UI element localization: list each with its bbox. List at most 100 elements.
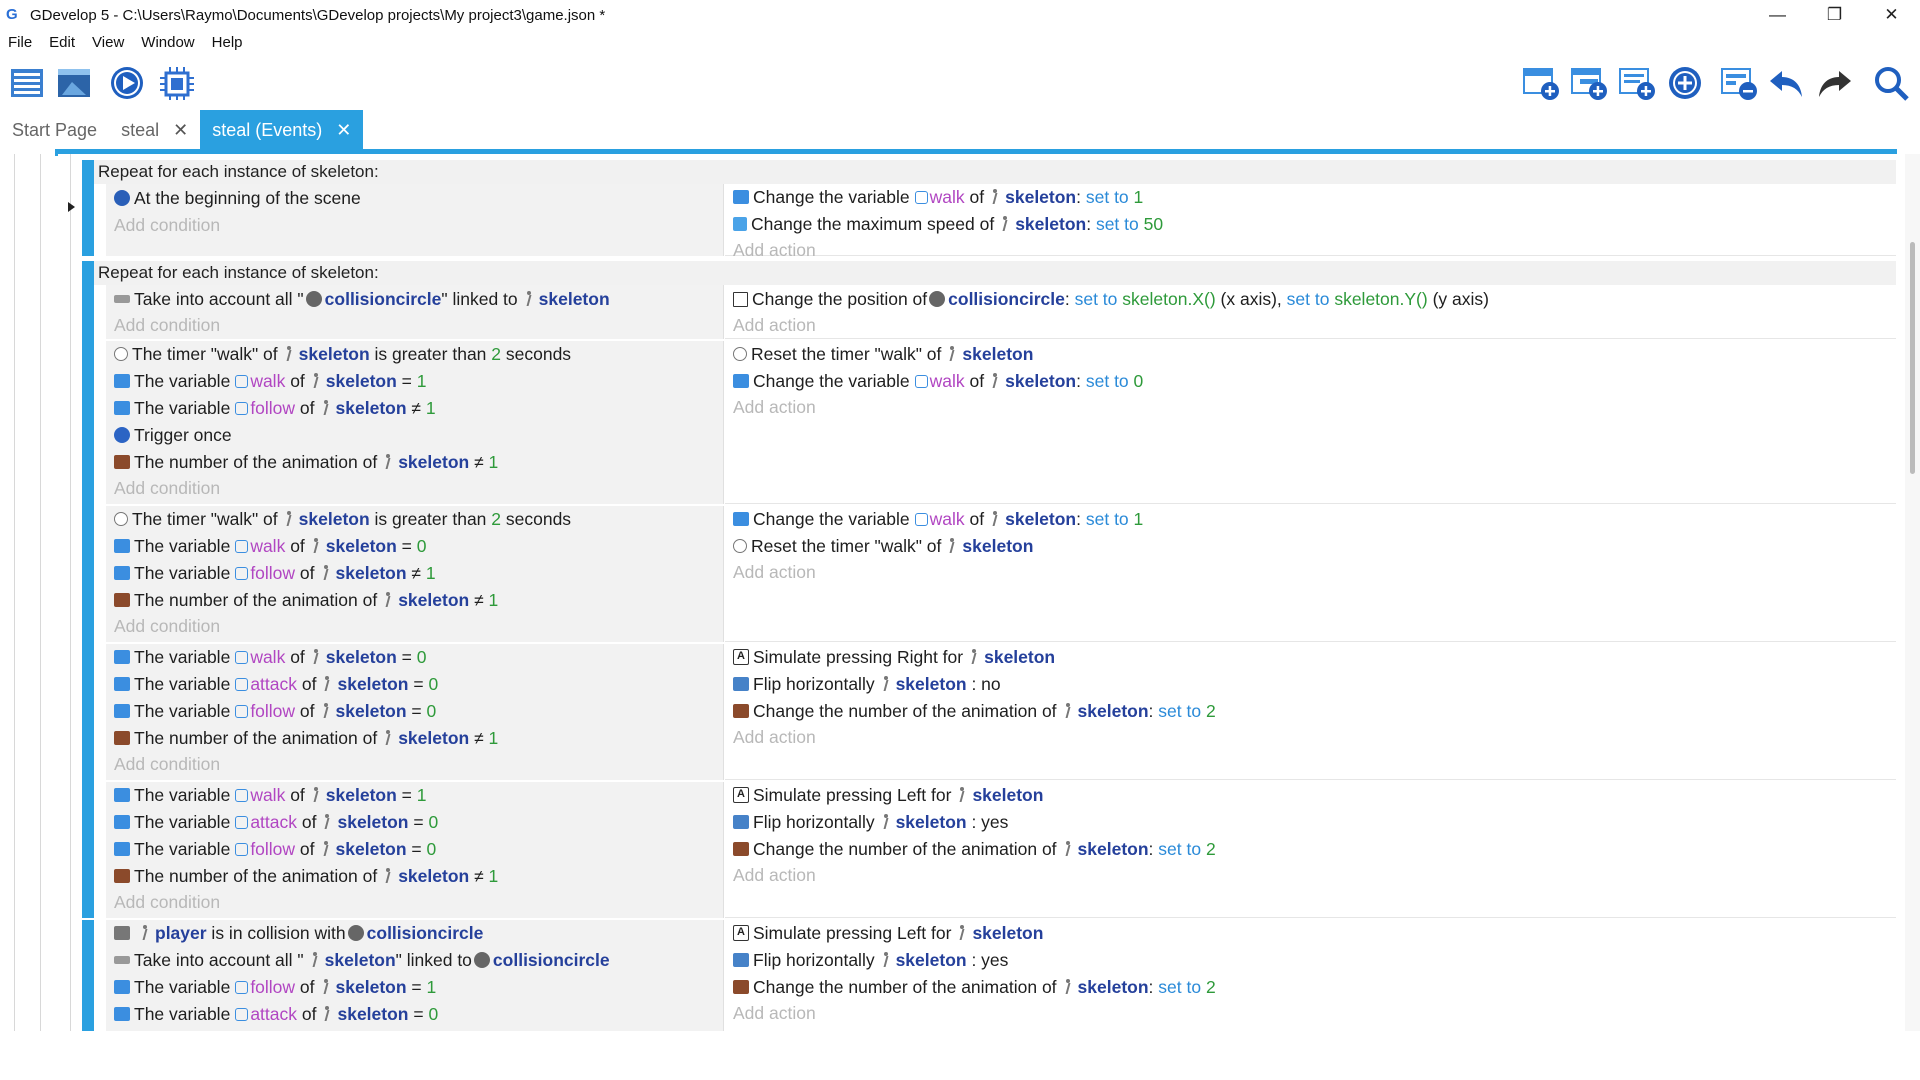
add-action-link[interactable]: Add action [733,394,816,420]
event-row[interactable]: The variable walk of skeleton = 1 The vari… [82,782,1896,918]
action[interactable]: A Simulate pressing Left for skeleton [733,782,1043,808]
conditions-column[interactable]: At the beginning of the scene Add condit… [106,184,724,256]
condition[interactable]: The variable follow of skeleton ≠ 1 [114,395,436,421]
condition[interactable]: player is in collision with collisioncirc… [114,920,483,946]
action[interactable]: Change the variable walk of skeleton: set … [733,184,1143,210]
project-manager-icon[interactable] [8,64,46,102]
event-row[interactable]: player is in collision with collisioncirc… [82,920,1896,1031]
conditions-column[interactable]: Take into account all " collisioncircle " … [106,285,724,339]
scene-editor-icon[interactable] [55,64,93,102]
condition[interactable]: The variable attack of skeleton = 0 [114,809,438,835]
conditions-column[interactable]: The timer "walk" of skeleton is greater t… [106,341,724,504]
action[interactable]: Flip horizontally skeleton : no [733,671,1001,697]
action[interactable]: Reset the timer "walk" of skeleton [733,533,1033,559]
add-condition-link[interactable]: Add condition [114,889,220,915]
add-condition-link[interactable]: Add condition [114,613,220,639]
action[interactable]: Change the number of the animation of ske… [733,836,1216,862]
close-icon[interactable]: ✕ [173,120,188,141]
action[interactable]: Change the variable walk of skeleton: set … [733,368,1143,394]
actions-column[interactable]: A Simulate pressing Left for skeleton Flip… [725,782,1896,918]
add-event-icon[interactable] [1522,64,1560,102]
condition[interactable]: The timer "walk" of skeleton is greater t… [114,506,571,532]
action[interactable]: Change the variable walk of skeleton: set … [733,506,1143,532]
menu-view[interactable]: View [92,34,124,51]
condition[interactable]: The variable walk of skeleton = 1 [114,368,426,394]
condition[interactable]: The variable walk of skeleton = 1 [114,782,426,808]
action[interactable]: Change the number of the animation of ske… [733,698,1216,724]
add-action-link[interactable]: Add action [733,724,816,750]
add-condition-link[interactable]: Add condition [114,475,220,501]
redo-icon[interactable] [1815,64,1853,102]
condition[interactable]: The variable attack of skeleton = 0 [114,1001,438,1027]
add-action-link[interactable]: Add action [733,1000,816,1026]
add-action-link[interactable]: Add action [733,559,816,585]
condition[interactable]: At the beginning of the scene [114,185,361,211]
repeat-header[interactable]: Repeat for each instance of skeleton: [82,160,1896,184]
actions-column[interactable]: Change the variable walk of skeleton: set … [725,506,1896,642]
event-row[interactable]: The timer "walk" of skeleton is greater t… [82,506,1896,642]
condition[interactable]: The number of the animation of skeleton ≠… [114,587,498,613]
condition[interactable]: Take into account all " collisioncircle " … [114,286,610,312]
action[interactable]: Flip horizontally skeleton : yes [733,947,1008,973]
events-sheet[interactable]: Repeat for each instance of skeleton: At… [0,154,1920,1031]
tab-steal[interactable]: steal ✕ [109,110,201,150]
add-subevent-icon[interactable] [1570,64,1608,102]
action[interactable]: Change the position of collisioncircle: s… [733,286,1489,312]
condition[interactable]: The variable walk of skeleton = 0 [114,533,426,559]
undo-icon[interactable] [1768,64,1806,102]
search-icon[interactable] [1872,64,1910,102]
event-row[interactable]: At the beginning of the scene Add condit… [82,184,1896,260]
add-other-icon[interactable] [1666,64,1704,102]
actions-column[interactable]: Reset the timer "walk" of skeleton Change… [725,341,1896,504]
repeat-header[interactable]: Repeat for each instance of skeleton: [82,261,1896,285]
add-comment-icon[interactable] [1618,64,1656,102]
conditions-column[interactable]: The timer "walk" of skeleton is greater t… [106,506,724,642]
condition[interactable]: The variable walk of skeleton = 0 [114,644,426,670]
condition[interactable]: Trigger once [114,422,232,448]
conditions-column[interactable]: The variable walk of skeleton = 0 The vari… [106,644,724,780]
vertical-scrollbar[interactable] [1905,154,1920,1031]
action[interactable]: A Simulate pressing Left for skeleton [733,920,1043,946]
add-condition-link[interactable]: Add condition [114,751,220,777]
condition[interactable]: The variable follow of skeleton = 0 [114,698,436,724]
menu-edit[interactable]: Edit [49,34,75,51]
collapse-arrow-icon[interactable] [68,202,75,212]
action[interactable]: Change the number of the animation of ske… [733,974,1216,1000]
minimize-button[interactable]: — [1749,0,1806,30]
menu-window[interactable]: Window [141,34,194,51]
condition[interactable]: The variable follow of skeleton = 0 [114,836,436,862]
action[interactable]: Flip horizontally skeleton : yes [733,809,1008,835]
condition[interactable]: The timer "walk" of skeleton is greater t… [114,341,571,367]
condition[interactable]: The number of the animation of skeleton ≠… [114,725,498,751]
restore-button[interactable]: ❐ [1806,0,1863,30]
event-row[interactable]: Take into account all " collisioncircle " … [82,285,1896,339]
condition[interactable]: The variable follow of skeleton = 1 [114,974,436,1000]
action[interactable]: Change the maximum speed of skeleton: set… [733,211,1163,237]
condition[interactable]: The variable attack of skeleton = 0 [114,671,438,697]
close-icon[interactable]: ✕ [336,120,351,141]
menu-help[interactable]: Help [212,34,243,51]
menu-file[interactable]: File [8,34,32,51]
actions-column[interactable]: Change the position of collisioncircle: s… [725,285,1896,339]
condition[interactable]: Take into account all " skeleton " linked … [114,947,610,973]
add-condition-link[interactable]: Add condition [114,312,220,338]
conditions-column[interactable]: The variable walk of skeleton = 1 The vari… [106,782,724,918]
event-row[interactable]: The timer "walk" of skeleton is greater t… [82,341,1896,504]
conditions-column[interactable]: player is in collision with collisioncirc… [106,920,724,1031]
add-action-link[interactable]: Add action [733,237,816,263]
condition[interactable]: The number of the animation of skeleton ≠… [114,863,498,889]
add-condition-link[interactable]: Add condition [114,212,220,238]
action[interactable]: A Simulate pressing Right for skeleton [733,644,1055,670]
condition[interactable]: The number of the animation of skeleton ≠… [114,449,498,475]
scrollbar-thumb[interactable] [1910,242,1915,474]
actions-column[interactable]: Change the variable walk of skeleton: set … [725,184,1896,260]
preview-icon[interactable] [108,64,146,102]
action[interactable]: Reset the timer "walk" of skeleton [733,341,1033,367]
tab-steal-events[interactable]: steal (Events) ✕ [200,110,364,150]
debugger-icon[interactable] [158,64,196,102]
add-action-link[interactable]: Add action [733,862,816,888]
add-action-link[interactable]: Add action [733,312,816,338]
delete-event-icon[interactable] [1720,64,1758,102]
actions-column[interactable]: A Simulate pressing Left for skeleton Flip… [725,920,1896,1031]
event-row[interactable]: The variable walk of skeleton = 0 The vari… [82,644,1896,780]
